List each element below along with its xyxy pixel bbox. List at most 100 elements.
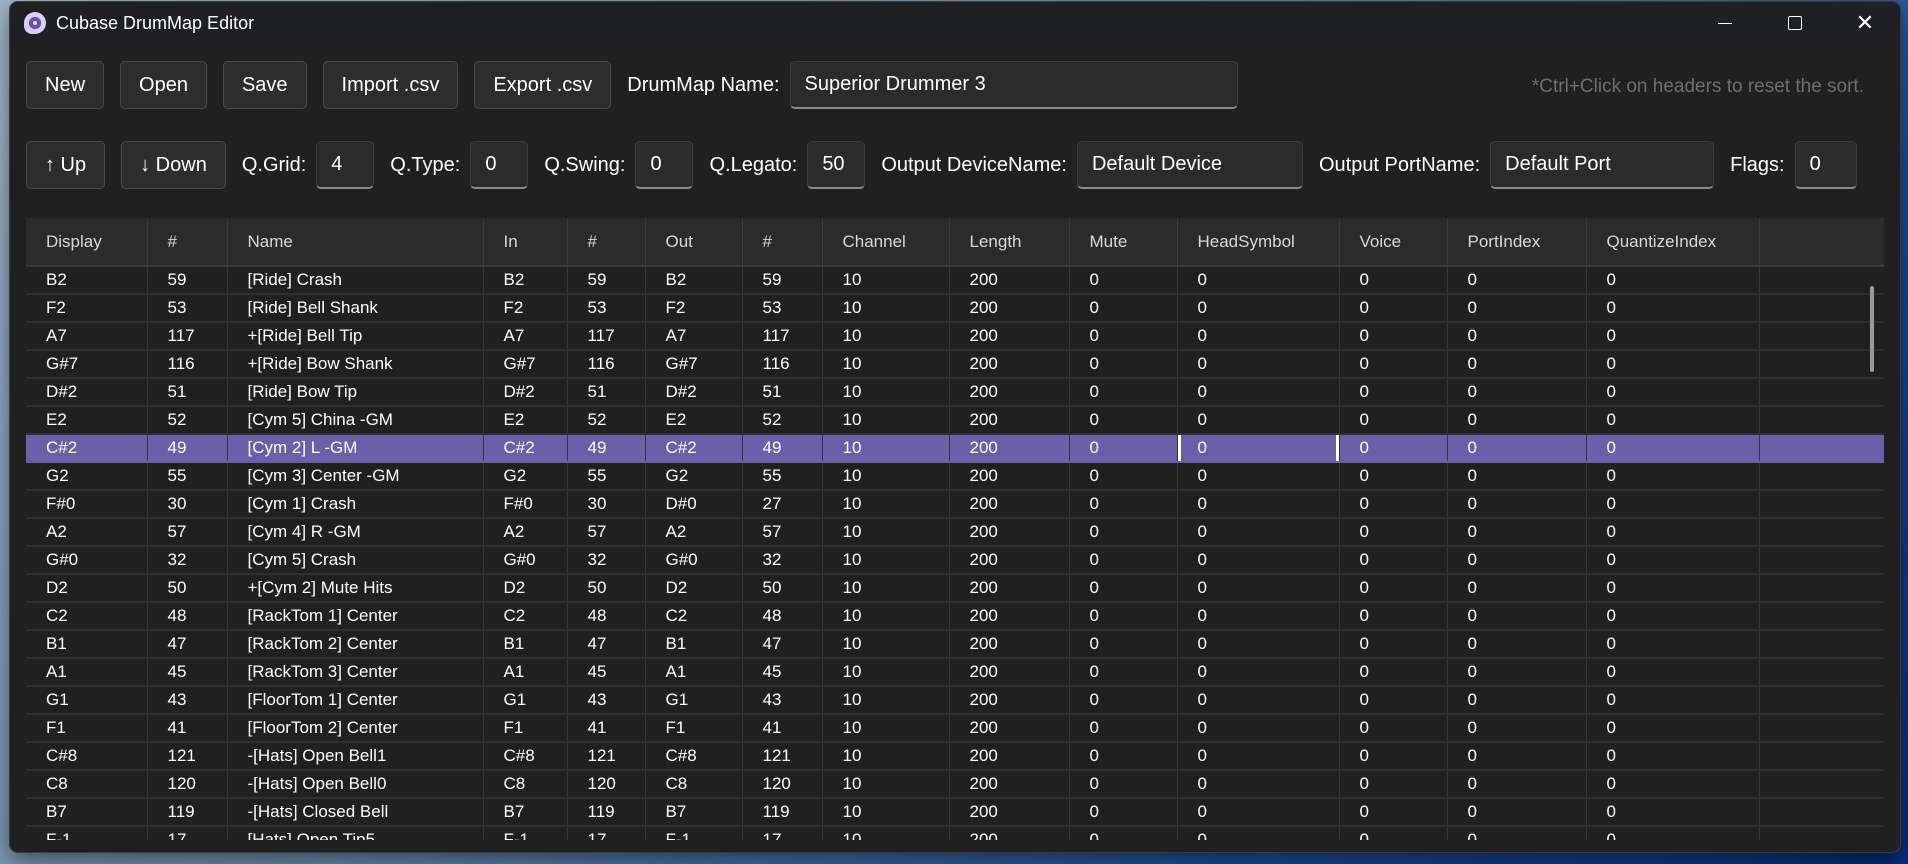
cell-filler[interactable] <box>1759 518 1884 547</box>
cell-in-num[interactable]: 51 <box>567 378 646 407</box>
cell-name[interactable]: +[Cym 2] Mute Hits <box>227 574 484 603</box>
export-csv-button[interactable]: Export .csv <box>474 61 612 109</box>
cell-display[interactable]: A2 <box>26 518 148 547</box>
cell-voice[interactable]: 0 <box>1339 658 1448 687</box>
cell-display[interactable]: A1 <box>26 658 148 687</box>
cell-display[interactable]: C8 <box>26 770 148 799</box>
cell-quantizeindex[interactable]: 0 <box>1586 322 1760 351</box>
output-port-input[interactable]: Default Port <box>1490 141 1715 189</box>
cell-in[interactable]: B7 <box>483 798 568 827</box>
cell-out[interactable]: A7 <box>645 322 743 351</box>
column-header-channel[interactable]: Channel <box>822 218 950 267</box>
cell-mute[interactable]: 0 <box>1069 406 1178 435</box>
cell-filler[interactable] <box>1759 742 1884 771</box>
cell-in-num[interactable]: 49 <box>567 434 646 463</box>
cell-headsymbol[interactable]: 0 <box>1177 406 1340 435</box>
cell-headsymbol[interactable]: 0 <box>1177 350 1340 379</box>
cell-mute[interactable]: 0 <box>1069 658 1178 687</box>
cell-name[interactable]: +[Ride] Bell Tip <box>227 322 484 351</box>
cell-name[interactable]: [Cym 5] Crash <box>227 546 484 575</box>
cell-display-num[interactable]: 17 <box>147 826 228 840</box>
cell-out-num[interactable]: 43 <box>742 686 823 715</box>
cell-portindex[interactable]: 0 <box>1447 350 1587 379</box>
cell-headsymbol[interactable]: 0 <box>1177 658 1340 687</box>
cell-quantizeindex[interactable]: 0 <box>1586 406 1760 435</box>
cell-out[interactable]: C2 <box>645 602 743 631</box>
cell-portindex[interactable]: 0 <box>1447 742 1587 771</box>
cell-display-num[interactable]: 45 <box>147 658 228 687</box>
cell-voice[interactable]: 0 <box>1339 378 1448 407</box>
cell-name[interactable]: -[Hats] Open Bell0 <box>227 770 484 799</box>
table-row[interactable]: G#0 32 [Cym 5] Crash G#0 32 G#0 32 10 200 0 0 0 0 0 <box>26 546 1884 575</box>
cell-in-num[interactable]: 52 <box>567 406 646 435</box>
cell-quantizeindex[interactable]: 0 <box>1586 630 1760 659</box>
column-header-length[interactable]: Length <box>949 218 1070 267</box>
table-row[interactable]: B2 59 [Ride] Crash B2 59 B2 59 10 200 0 0 0 0 0 <box>26 266 1884 295</box>
cell-in-num[interactable]: 30 <box>567 490 646 519</box>
table-row[interactable]: A7 117 +[Ride] Bell Tip A7 117 A7 117 10 200 0 0 0 0… <box>26 322 1884 351</box>
cell-voice[interactable]: 0 <box>1339 630 1448 659</box>
cell-length[interactable]: 200 <box>949 378 1070 407</box>
cell-out[interactable]: C#8 <box>645 742 743 771</box>
cell-headsymbol[interactable]: 0 <box>1177 826 1340 840</box>
cell-quantizeindex[interactable]: 0 <box>1586 462 1760 491</box>
cell-in[interactable]: F#0 <box>483 490 568 519</box>
cell-length[interactable]: 200 <box>949 742 1070 771</box>
column-header-quantizeindex[interactable]: QuantizeIndex <box>1586 218 1760 267</box>
cell-quantizeindex[interactable]: 0 <box>1586 798 1760 827</box>
cell-channel[interactable]: 10 <box>822 686 950 715</box>
cell-name[interactable]: [FloorTom 2] Center <box>227 714 484 743</box>
qswing-input[interactable]: 0 <box>635 141 694 189</box>
cell-length[interactable]: 200 <box>949 714 1070 743</box>
cell-mute[interactable]: 0 <box>1069 322 1178 351</box>
open-button[interactable]: Open <box>120 61 207 109</box>
cell-quantizeindex[interactable]: 0 <box>1586 266 1760 295</box>
cell-voice[interactable]: 0 <box>1339 350 1448 379</box>
cell-portindex[interactable]: 0 <box>1447 602 1587 631</box>
cell-out[interactable]: F1 <box>645 714 743 743</box>
cell-out-num[interactable]: 45 <box>742 658 823 687</box>
cell-in[interactable]: A2 <box>483 518 568 547</box>
cell-display-num[interactable]: 41 <box>147 714 228 743</box>
table-row[interactable]: A1 45 [RackTom 3] Center A1 45 A1 45 10 200 0 0 0 0 0 <box>26 658 1884 687</box>
cell-name[interactable]: [Cym 3] Center -GM <box>227 462 484 491</box>
cell-in[interactable]: C2 <box>483 602 568 631</box>
cell-portindex[interactable]: 0 <box>1447 770 1587 799</box>
cell-out[interactable]: G#7 <box>645 350 743 379</box>
close-button[interactable]: ✕ <box>1830 2 1900 44</box>
cell-filler[interactable] <box>1759 378 1884 407</box>
cell-channel[interactable]: 10 <box>822 462 950 491</box>
cell-mute[interactable]: 0 <box>1069 826 1178 840</box>
cell-channel[interactable]: 10 <box>822 770 950 799</box>
cell-filler[interactable] <box>1759 658 1884 687</box>
cell-headsymbol[interactable]: 0 <box>1177 518 1340 547</box>
cell-length[interactable]: 200 <box>949 602 1070 631</box>
cell-portindex[interactable]: 0 <box>1447 826 1587 840</box>
cell-length[interactable]: 200 <box>949 686 1070 715</box>
cell-in-num[interactable]: 17 <box>567 826 646 840</box>
cell-mute[interactable]: 0 <box>1069 350 1178 379</box>
cell-name[interactable]: [Ride] Bell Shank <box>227 294 484 323</box>
cell-quantizeindex[interactable]: 0 <box>1586 742 1760 771</box>
cell-in[interactable]: F1 <box>483 714 568 743</box>
cell-portindex[interactable]: 0 <box>1447 630 1587 659</box>
move-down-button[interactable]: ↓ Down <box>121 141 226 189</box>
cell-out[interactable]: D#0 <box>645 490 743 519</box>
cell-quantizeindex[interactable]: 0 <box>1586 294 1760 323</box>
cell-out[interactable]: E2 <box>645 406 743 435</box>
cell-quantizeindex[interactable]: 0 <box>1586 434 1760 463</box>
cell-mute[interactable]: 0 <box>1069 686 1178 715</box>
cell-out-num[interactable]: 119 <box>742 798 823 827</box>
cell-voice[interactable]: 0 <box>1339 714 1448 743</box>
cell-quantizeindex[interactable]: 0 <box>1586 602 1760 631</box>
cell-mute[interactable]: 0 <box>1069 546 1178 575</box>
cell-in-num[interactable]: 116 <box>567 350 646 379</box>
cell-length[interactable]: 200 <box>949 350 1070 379</box>
cell-display-num[interactable]: 57 <box>147 518 228 547</box>
cell-filler[interactable] <box>1759 294 1884 323</box>
cell-in[interactable]: C#8 <box>483 742 568 771</box>
cell-display-num[interactable]: 59 <box>147 266 228 295</box>
cell-in[interactable]: A7 <box>483 322 568 351</box>
cell-quantizeindex[interactable]: 0 <box>1586 714 1760 743</box>
cell-out[interactable]: D2 <box>645 574 743 603</box>
